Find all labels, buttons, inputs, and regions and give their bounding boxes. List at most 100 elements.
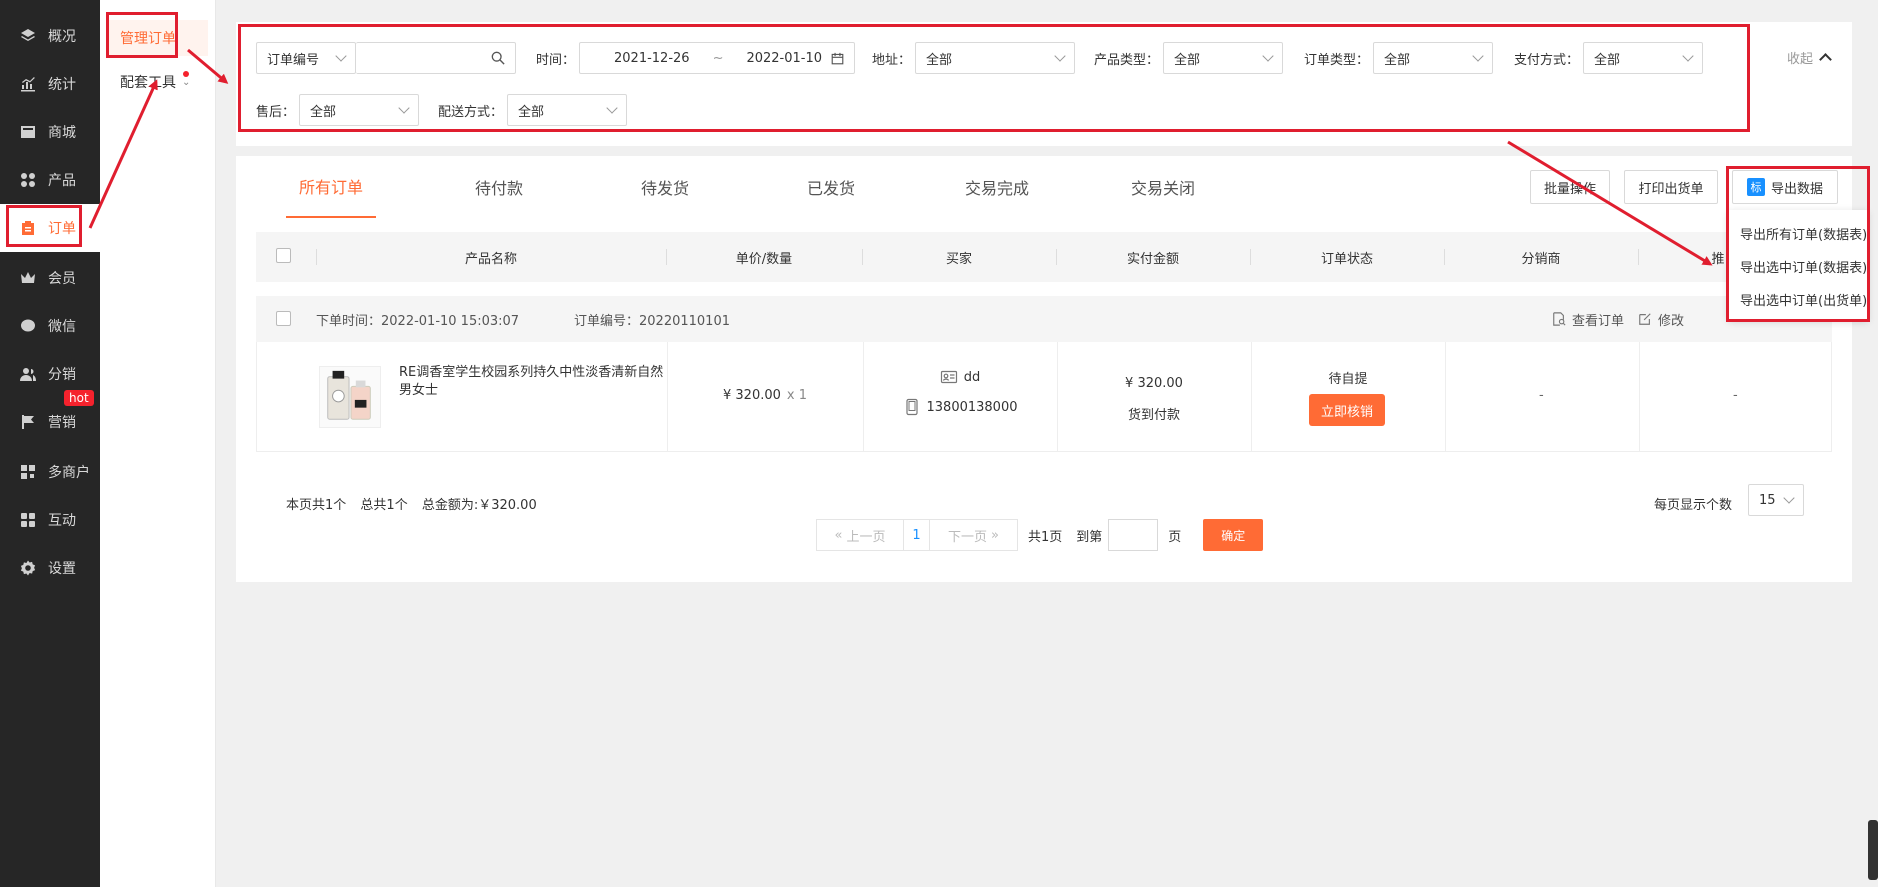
product-name-link[interactable]: RE调香室学生校园系列持久中性淡香清新自然男女士: [399, 364, 669, 400]
pay-method: 货到付款: [1127, 408, 1180, 423]
sidebar-item-marketing[interactable]: 营销 hot: [0, 390, 100, 446]
page-unit: 页: [1168, 529, 1182, 545]
button-label: 打印出货单: [1638, 181, 1704, 197]
per-page-select[interactable]: 15: [1748, 484, 1804, 516]
chevron-up-icon: [1819, 53, 1832, 66]
tab-closed[interactable]: 交易关闭: [1118, 156, 1208, 218]
print-shipment-button[interactable]: 打印出货单: [1624, 170, 1718, 204]
sidebar-item-wechat[interactable]: 微信: [0, 302, 100, 350]
sub-menu: 管理订单 配套工具 ⌄: [100, 0, 216, 887]
apps-icon: [20, 512, 36, 528]
batch-action-button[interactable]: 批量操作: [1530, 170, 1610, 204]
order-checkbox[interactable]: [276, 311, 291, 326]
sidebar-item-interaction[interactable]: 互动: [0, 496, 100, 544]
tab-label: 交易关闭: [1130, 179, 1195, 198]
total-pages: 共1页: [1028, 529, 1063, 545]
goto-page-input[interactable]: [1108, 519, 1159, 551]
tab-shipped[interactable]: 已发货: [786, 156, 876, 218]
tab-pending-shipment[interactable]: 待发货: [620, 156, 710, 218]
sidebar-item-stats[interactable]: 统计: [0, 60, 100, 108]
column-distributor: 分销商: [1444, 232, 1638, 282]
building-icon: [20, 464, 36, 480]
tab-label: 已发货: [806, 179, 855, 198]
paid-amount: ¥ 320.00: [1125, 376, 1183, 391]
gear-icon: [20, 560, 36, 576]
tab-label: 待付款: [474, 179, 523, 198]
sidebar-item-label: 概况: [48, 29, 76, 45]
sidebar-item-label: 营销: [48, 415, 76, 431]
price-value: ¥ 320.00: [723, 388, 781, 403]
tab-label: 交易完成: [964, 179, 1029, 198]
sidebar-item-settings[interactable]: 设置: [0, 544, 100, 592]
button-label: 批量操作: [1543, 181, 1596, 197]
tab-all-orders[interactable]: 所有订单: [286, 156, 376, 218]
annotation-box-filters: [238, 24, 1750, 132]
edit-order-label: 修改: [1658, 313, 1685, 329]
column-buyer: 买家: [862, 232, 1056, 282]
goto-confirm-button[interactable]: 确定: [1203, 519, 1264, 551]
sidebar-item-label: 分销: [48, 367, 76, 383]
submenu-tools[interactable]: 配套工具 ⌄: [108, 64, 208, 100]
users-icon: [20, 366, 36, 382]
tab-pending-payment[interactable]: 待付款: [454, 156, 544, 218]
sidebar-item-label: 统计: [48, 77, 76, 93]
edit-order-link[interactable]: 修改: [1638, 296, 1684, 342]
annotation-box-manage-orders: [106, 12, 178, 58]
order-time: 下单时间：2022-01-10 15:03:07: [316, 313, 520, 329]
column-label: 订单状态: [1320, 251, 1373, 267]
submenu-label: 配套工具: [120, 75, 176, 91]
per-page-value: 15: [1759, 492, 1776, 508]
order-summary: 本页共1个 总共1个 总金额为:￥320.00: [286, 494, 547, 513]
total-amount: 总金额为:￥320.00: [421, 498, 537, 513]
view-order-label: 查看订单: [1572, 313, 1625, 329]
cell-divider: [863, 342, 864, 452]
column-label: 实付金额: [1126, 251, 1179, 267]
view-order-link[interactable]: 查看订单: [1552, 296, 1624, 342]
layers-icon: [20, 28, 36, 44]
sidebar-item-members[interactable]: 会员: [0, 254, 100, 302]
flag-icon: [20, 414, 36, 430]
column-label: 产品名称: [464, 251, 517, 267]
collapse-toggle[interactable]: 收起: [1786, 48, 1832, 67]
notification-dot: [183, 71, 189, 77]
annotation-box-export: [1726, 166, 1870, 322]
select-all-checkbox[interactable]: [276, 248, 291, 263]
total-count: 总共1个: [360, 498, 408, 513]
collapse-label: 收起: [1786, 52, 1813, 67]
prev-page-button[interactable]: «上一页: [816, 519, 904, 551]
scrollbar-thumb[interactable]: [1868, 820, 1878, 880]
column-price-qty: 单价/数量: [666, 232, 862, 282]
product-thumbnail[interactable]: [319, 366, 381, 428]
annotation-box-orders: [6, 205, 82, 247]
wechat-icon: [20, 318, 36, 334]
next-page-button[interactable]: 下一页»: [930, 519, 1018, 551]
chevron-down-icon: [1783, 492, 1795, 504]
sidebar-item-label: 商城: [48, 125, 76, 141]
document-search-icon: [1553, 312, 1566, 326]
order-detail-row: RE调香室学生校园系列持久中性淡香清新自然男女士 ¥ 320.00 x 1 dd …: [256, 342, 1832, 452]
per-page-label: 每页显示个数: [1654, 498, 1733, 513]
sidebar-item-multi-merchant[interactable]: 多商户: [0, 448, 100, 496]
column-label: 买家: [945, 251, 972, 267]
chevron-down-icon: ⌄: [182, 76, 191, 88]
sidebar-item-label: 多商户: [48, 465, 90, 481]
edit-icon: [1639, 313, 1651, 325]
sidebar-item-label: 会员: [48, 271, 76, 287]
sidebar-item-mall[interactable]: 商城: [0, 108, 100, 156]
page-number-1[interactable]: 1: [904, 519, 930, 551]
pagination: «上一页 1 下一页» 共1页 到第 页 确定: [816, 519, 1264, 551]
column-order-status: 订单状态: [1250, 232, 1444, 282]
sidebar-item-label: 设置: [48, 561, 76, 577]
buyer-phone-value: 13800138000: [926, 399, 1018, 415]
prev-label: 上一页: [846, 529, 886, 545]
grid-icon: [20, 172, 36, 188]
sidebar-item-overview[interactable]: 概况: [0, 12, 100, 60]
column-divider: [1638, 249, 1639, 265]
cell-divider: [1639, 342, 1640, 452]
tab-completed[interactable]: 交易完成: [952, 156, 1042, 218]
crown-icon: [20, 270, 36, 286]
sidebar-item-products[interactable]: 产品: [0, 156, 100, 204]
buyer-phone: 13800138000: [863, 398, 1057, 416]
main-sidebar: 概况 统计 商城 产品 订单 会员 微信 分销 营销 hot 多商户 互动 设置: [0, 0, 100, 887]
verify-now-button[interactable]: 立即核销: [1309, 394, 1385, 426]
